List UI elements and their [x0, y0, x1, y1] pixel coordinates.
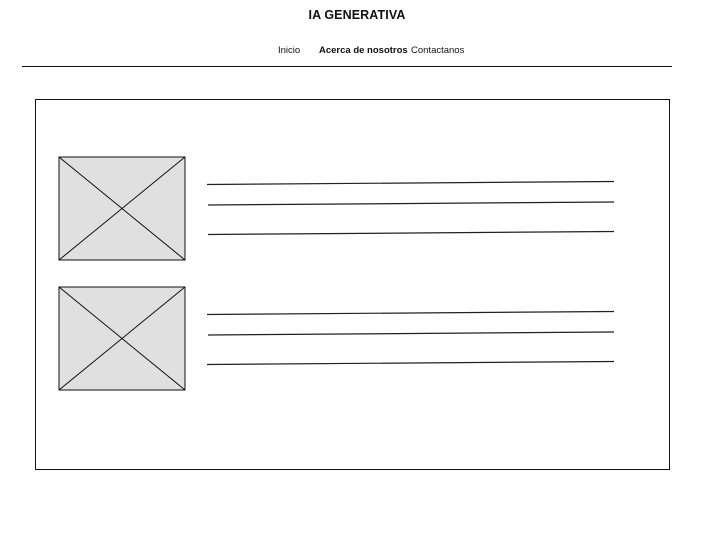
content-frame [35, 99, 670, 470]
header-divider [22, 66, 672, 67]
nav-link-acerca-de-nosotros[interactable]: Acerca de nosotros [319, 45, 408, 57]
site-title: IA GENERATIVA [308, 8, 406, 22]
nav-link-inicio[interactable]: Inicio [278, 45, 300, 57]
nav-link-contactanos[interactable]: Contactanos [411, 45, 464, 57]
